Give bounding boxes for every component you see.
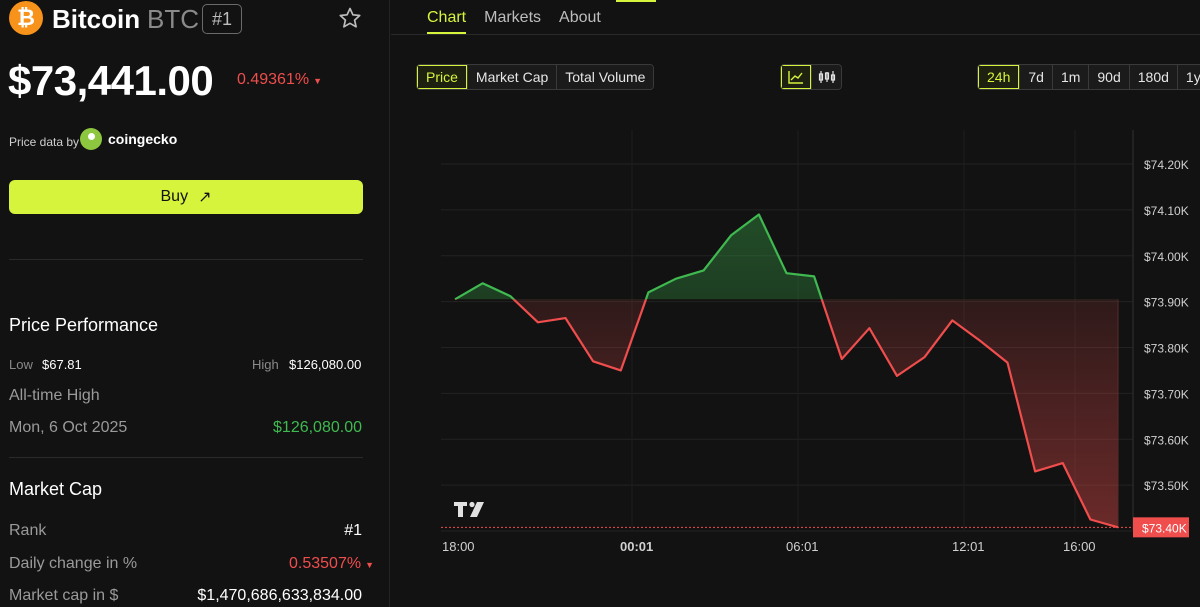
low-label: Low <box>9 357 33 372</box>
accent-line <box>616 0 656 2</box>
range-7d-button[interactable]: 7d <box>1019 65 1052 89</box>
coin-name: Bitcoin <box>52 4 141 34</box>
divider <box>9 457 363 458</box>
bitcoin-logo-icon: ₿ <box>9 1 43 35</box>
chart-panel: Chart Markets About Price Market Cap Tot… <box>391 0 1200 607</box>
high-label: High <box>252 357 279 372</box>
rank-badge: #1 <box>202 4 242 34</box>
range-1m-button[interactable]: 1m <box>1051 65 1089 89</box>
y-tick-label: $74.10K <box>1144 204 1189 218</box>
ath-label: All-time High <box>9 387 100 404</box>
price-source-name[interactable]: coingecko <box>108 131 177 147</box>
line-chart-icon <box>788 71 803 84</box>
y-tick-label: $73.60K <box>1144 433 1189 447</box>
metric-market-cap-button[interactable]: Market Cap <box>466 65 557 89</box>
tradingview-logo-icon <box>454 501 484 517</box>
time-range-selector: 24h 7d 1m 90d 180d 1y <box>977 64 1200 90</box>
x-tick-label: 16:00 <box>1063 539 1096 554</box>
coin-symbol: BTC <box>147 4 199 34</box>
external-arrow-icon: ↗ <box>198 189 212 206</box>
rank-label: Rank <box>9 522 47 539</box>
price-performance-title: Price Performance <box>9 315 159 335</box>
daily-change-label: Daily change in % <box>9 555 138 572</box>
range-180d-button[interactable]: 180d <box>1128 65 1177 89</box>
daily-change: 0.53507% ▼ <box>289 555 374 573</box>
coin-summary-panel: ₿ Bitcoin BTC #1 $73,441.00 0.49361% ▼ Pr… <box>0 0 390 607</box>
line-chart-button[interactable] <box>781 65 811 89</box>
range-90d-button[interactable]: 90d <box>1088 65 1129 89</box>
price-chart[interactable]: $74.20K $74.10K $74.00K $73.90K $73.80K $73.7… <box>391 120 1200 560</box>
rank-value: #1 <box>344 522 362 539</box>
range-1y-button[interactable]: 1y <box>1176 65 1200 89</box>
coingecko-logo-icon <box>80 128 102 150</box>
low-value: $67.81 <box>42 357 82 372</box>
chart-fill <box>455 214 1119 528</box>
tab-about[interactable]: About <box>559 0 601 34</box>
down-arrow-icon: ▼ <box>313 76 322 86</box>
market-cap-label: Market cap in $ <box>9 587 119 604</box>
y-tick-label: $73.80K <box>1144 342 1189 356</box>
metric-toggle: Price Market Cap Total Volume <box>416 64 655 90</box>
current-price: $73,441.00 <box>8 57 214 104</box>
y-tick-label: $74.00K <box>1144 250 1189 264</box>
daily-change-value: 0.53507% <box>289 555 362 572</box>
metric-price-button[interactable]: Price <box>417 65 467 89</box>
x-tick-label: 12:01 <box>952 539 985 554</box>
candlestick-button[interactable] <box>811 65 841 89</box>
x-tick-label: 06:01 <box>786 539 819 554</box>
range-24h-button[interactable]: 24h <box>978 65 1020 89</box>
tab-chart[interactable]: Chart <box>427 0 467 34</box>
y-tick-label: $73.90K <box>1144 296 1189 310</box>
tab-markets[interactable]: Markets <box>484 0 541 34</box>
x-tick-label: 18:00 <box>442 539 475 554</box>
y-tick-label: $73.50K <box>1144 479 1189 493</box>
tab-divider <box>391 34 1200 35</box>
star-icon[interactable] <box>338 6 362 30</box>
price-source-label: Price data by <box>9 135 80 149</box>
section-tabs: Chart Markets About <box>427 0 601 34</box>
candlestick-icon <box>818 71 835 83</box>
buy-button-label: Buy <box>160 188 189 205</box>
market-cap-title: Market Cap <box>9 479 103 499</box>
ath-value: $126,080.00 <box>273 419 362 436</box>
y-tick-label: $73.70K <box>1144 387 1189 401</box>
high-value: $126,080.00 <box>289 357 362 372</box>
price-change-value: 0.49361% <box>237 71 310 88</box>
divider <box>9 259 363 260</box>
ath-date: Mon, 6 Oct 2025 <box>9 419 128 436</box>
y-tick-label: $74.20K <box>1144 158 1189 172</box>
down-arrow-icon: ▼ <box>365 560 374 570</box>
buy-button[interactable]: Buy ↗ <box>9 180 363 214</box>
area-below-baseline <box>513 299 1118 528</box>
current-price-label: $73.40K <box>1142 521 1187 535</box>
chart-type-toggle <box>780 64 842 90</box>
metric-total-volume-button[interactable]: Total Volume <box>556 65 654 89</box>
x-tick-label: 00:01 <box>620 539 653 554</box>
price-change: 0.49361% ▼ <box>237 71 322 89</box>
market-cap-value: $1,470,686,633,834.00 <box>197 587 362 604</box>
